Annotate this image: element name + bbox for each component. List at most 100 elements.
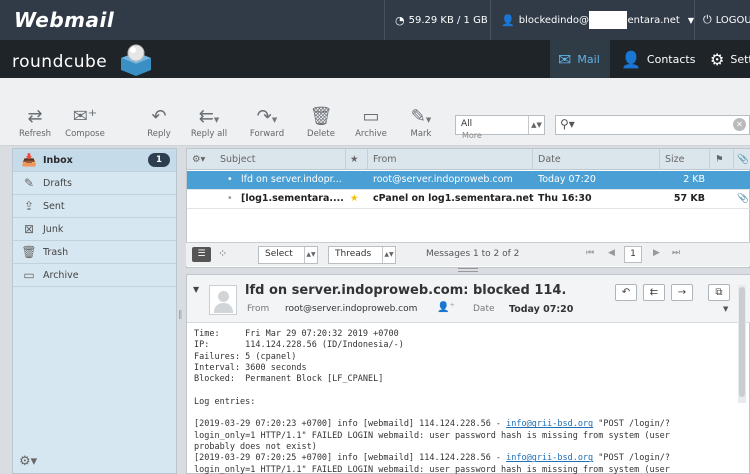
reply-all-button[interactable]: ⇇▼ Reply all — [184, 106, 234, 139]
read-dot-icon: • — [227, 193, 233, 204]
select-menu[interactable]: Select ▲▼ — [258, 246, 318, 264]
scrollbar-thumb[interactable] — [739, 287, 745, 397]
archive-icon: ▭ — [362, 106, 380, 127]
scrollbar[interactable] — [738, 285, 746, 403]
folder-label: Drafts — [43, 177, 72, 189]
envelope-icon: ✉ — [558, 49, 572, 69]
flag-column-icon[interactable]: ⚑ — [715, 154, 724, 165]
message-count: Messages 1 to 2 of 2 — [426, 249, 520, 259]
add-contact-icon[interactable]: 👤⁺ — [437, 302, 455, 313]
from-address[interactable]: root@server.indoproweb.com — [285, 304, 417, 314]
folder-drafts[interactable]: ✎ Drafts — [13, 172, 176, 195]
column-subject[interactable]: Subject — [220, 154, 256, 165]
table-row[interactable]: • [log1.sementara.... ★ cPanel on log1.s… — [187, 190, 750, 209]
first-page-icon[interactable]: ⏮ — [586, 248, 594, 258]
search-box[interactable]: ⚲▾ ✕ — [555, 115, 750, 135]
table-row[interactable]: • lfd on server.indopr... root@server.in… — [187, 171, 750, 190]
logout-icon: ⏻ — [703, 13, 712, 26]
refresh-icon: ⇄ — [27, 106, 43, 127]
message-body: Time: Fri Mar 29 07:20:32 2019 +0700 IP:… — [194, 329, 704, 474]
star-icon[interactable]: ★ — [350, 193, 359, 204]
next-page-icon[interactable]: ▶ — [653, 248, 660, 258]
person-icon: 👤 — [621, 49, 641, 69]
refresh-label: Refresh — [18, 129, 52, 139]
delete-button[interactable]: 🗑 Delete — [296, 106, 346, 139]
gear-icon[interactable]: ⚙▾ — [19, 454, 37, 469]
row-subject: lfd on server.indopr... — [241, 174, 342, 185]
more-label[interactable]: More — [462, 131, 482, 140]
threads-menu[interactable]: Threads ▲▼ — [328, 246, 396, 264]
filter-value: All — [461, 119, 473, 129]
mark-button[interactable]: ✎▼ Mark — [396, 106, 446, 139]
log-text: "POST /login/? — [593, 453, 670, 464]
body-line: Interval: 3600 seconds — [194, 362, 307, 373]
forward-button[interactable]: ↷▼ Forward — [242, 106, 292, 139]
column-size[interactable]: Size — [665, 154, 685, 165]
tab-mail-label: Mail — [577, 52, 600, 66]
row-date: Today 07:20 — [538, 174, 596, 185]
user-menu[interactable]: 👤 blockedindo@ entara.net ▼ — [490, 0, 694, 40]
forward-icon[interactable]: → — [671, 284, 693, 301]
logout-button[interactable]: ⏻ LOGOUT — [694, 0, 750, 40]
avatar-head — [218, 291, 229, 302]
horizontal-splitter-handle[interactable] — [458, 268, 478, 272]
folder-inbox[interactable]: 📥 Inbox 1 — [13, 149, 176, 172]
list-view-icon[interactable]: ☰ — [192, 247, 211, 262]
close-icon[interactable]: ✕ — [733, 118, 746, 131]
email-link[interactable]: info@grii-bsd.org — [506, 419, 593, 429]
more-options-icon[interactable]: ▼ — [723, 305, 728, 313]
quota-text: 59.29 KB / 1 GB — [408, 14, 488, 26]
column-divider — [367, 149, 368, 170]
vertical-splitter-handle[interactable]: ‖ — [178, 310, 183, 324]
tab-contacts-label: Contacts — [646, 52, 696, 66]
reply-all-icon[interactable]: ⇇ — [643, 284, 665, 301]
avatar-body — [214, 303, 233, 313]
open-window-icon[interactable]: ⧉ — [708, 284, 730, 301]
user-icon: 👤 — [501, 13, 515, 27]
list-options-icon[interactable]: ⚙▾ — [192, 154, 205, 165]
body-line: probably does not exist) — [194, 441, 317, 452]
archive-button[interactable]: ▭ Archive — [346, 106, 396, 139]
prev-page-icon[interactable]: ◀ — [608, 248, 615, 258]
tab-contacts[interactable]: 👤 Contacts — [613, 40, 699, 78]
attachment-column-icon[interactable]: 📎 — [737, 154, 749, 165]
search-icon[interactable]: ⚲▾ — [560, 117, 575, 131]
gear-icon: ⚙ — [710, 49, 725, 69]
folder-trash[interactable]: 🗑 Trash — [13, 241, 176, 264]
select-label: Select — [265, 249, 293, 259]
folder-list: 📥 Inbox 1 ✎ Drafts ⇪ Sent ⊠ Junk 🗑 Trash… — [12, 148, 177, 474]
pie-chart-icon: ◔ — [395, 13, 405, 27]
toolbar: ⇄ Refresh ✉⁺ Compose ↶ Reply ⇇▼ Reply al… — [0, 78, 750, 146]
tab-settings[interactable]: ⚙ Settings — [702, 40, 750, 78]
archive-label: Archive — [355, 129, 387, 139]
folder-label: Sent — [43, 200, 65, 212]
column-from[interactable]: From — [373, 154, 397, 165]
compose-button[interactable]: ✉⁺ Compose — [60, 106, 110, 139]
list-header: ⚙▾ Subject ★ From Date Size ⚑ 📎 — [187, 149, 750, 170]
collapse-arrow-icon[interactable]: ▼ — [193, 285, 199, 294]
row-size: 2 KB — [683, 174, 705, 185]
email-link[interactable]: info@grii-bsd.org — [506, 453, 593, 463]
inbox-icon: 📥 — [21, 153, 37, 167]
reply-button[interactable]: ↶ Reply — [134, 106, 184, 139]
star-column-icon[interactable]: ★ — [350, 154, 359, 165]
reply-all-icon: ⇇▼ — [198, 106, 220, 127]
webmail-logo: Webmail — [14, 8, 115, 32]
folder-junk[interactable]: ⊠ Junk — [13, 218, 176, 241]
folder-sent[interactable]: ⇪ Sent — [13, 195, 176, 218]
tab-mail[interactable]: ✉ Mail — [550, 40, 610, 78]
reply-icon[interactable]: ↶ — [615, 284, 637, 301]
message-preview: ▼ lfd on server.indoproweb.com: blocked … — [186, 274, 750, 474]
page-number-input[interactable]: 1 — [624, 246, 642, 263]
folder-archive[interactable]: ▭ Archive — [13, 264, 176, 287]
refresh-button[interactable]: ⇄ Refresh — [10, 106, 60, 139]
column-divider — [659, 149, 660, 170]
last-page-icon[interactable]: ⏭ — [672, 248, 680, 258]
body-line: Failures: 5 (cpanel) — [194, 351, 297, 362]
column-date[interactable]: Date — [538, 154, 561, 165]
user-name-suffix: entara.net — [627, 14, 680, 26]
quota-indicator: ◔ 59.29 KB / 1 GB — [384, 0, 490, 40]
threads-icon[interactable]: ⁘ — [218, 247, 227, 260]
body-line: [2019-03-29 07:20:25 +0700] info [webmai… — [194, 453, 704, 464]
body-line: login_only=1 HTTP/1.1" FAILED LOGIN webm… — [194, 430, 670, 441]
